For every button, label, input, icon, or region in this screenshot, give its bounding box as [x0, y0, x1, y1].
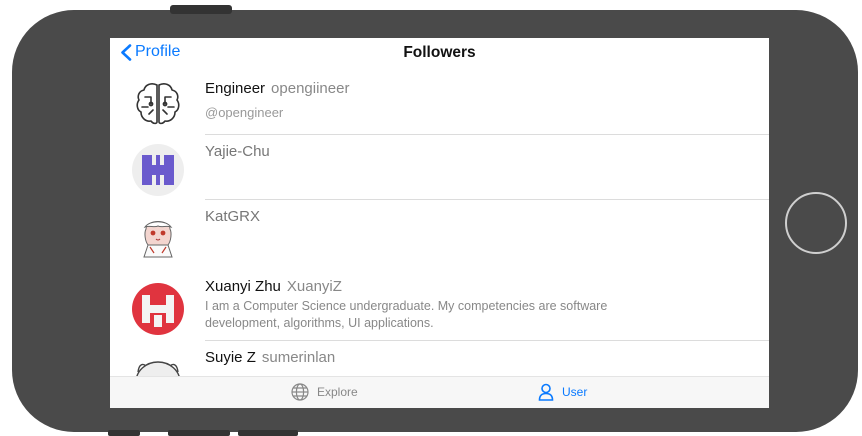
follower-name-line: Xuanyi Zhu XuanyiZ — [205, 278, 769, 295]
follower-name: KatGRX — [205, 208, 261, 225]
list-item[interactable]: KatGRX — [110, 205, 769, 269]
follower-login: opengiineer — [271, 80, 350, 97]
tab-explore-label: Explore — [317, 385, 358, 399]
device-volume-button — [108, 430, 140, 436]
person-icon — [538, 383, 554, 401]
follower-login: sumerinlan — [261, 349, 336, 366]
follower-name-line: Engineer opengiineer — [205, 80, 769, 97]
hamster-avatar — [136, 361, 180, 376]
row-divider — [205, 340, 769, 341]
tab-bar: Explore User — [110, 376, 769, 408]
list-item[interactable]: Yajie-Chu — [110, 140, 769, 199]
tab-user-label: User — [562, 385, 588, 399]
identicon-avatar — [132, 283, 184, 335]
navigation-bar: Profile Followers — [110, 38, 769, 68]
page-title: Followers — [403, 44, 476, 61]
follower-login: XuanyiZ — [286, 278, 342, 295]
device-volume-button — [168, 430, 230, 436]
row-divider — [205, 199, 769, 200]
follower-name: Xuanyi Zhu — [205, 278, 281, 295]
follower-name-line: Suyie Z sumerinlan — [205, 349, 769, 366]
row-divider — [205, 134, 769, 135]
follower-name: Suyie Z — [205, 349, 256, 366]
follower-name: Yajie-Chu — [205, 143, 270, 160]
device-side-button — [170, 5, 232, 14]
follower-name: Engineer — [205, 80, 266, 97]
list-item[interactable]: Engineer opengiineer @opengineer — [110, 76, 769, 134]
tab-user[interactable]: User — [538, 383, 587, 401]
globe-icon — [291, 383, 309, 401]
follower-handle: @opengineer — [205, 105, 284, 120]
list-item[interactable]: Xuanyi Zhu XuanyiZ I am a Computer Scienc… — [110, 275, 769, 340]
followers-list[interactable]: Engineer opengiineer @opengineer Yajie-Ch… — [110, 68, 769, 376]
anime-character-avatar — [143, 221, 173, 258]
home-button[interactable] — [785, 192, 847, 254]
list-item[interactable]: Suyie Z sumerinlan — [110, 346, 769, 376]
follower-bio: I am a Computer Science undergraduate. M… — [205, 299, 608, 330]
brain-avatar — [136, 83, 180, 125]
identicon-avatar — [132, 144, 184, 196]
tab-explore[interactable]: Explore — [291, 383, 358, 401]
app-screen: Profile Followers Engineer opengiineer @o… — [110, 38, 769, 408]
device-volume-button — [238, 430, 298, 436]
